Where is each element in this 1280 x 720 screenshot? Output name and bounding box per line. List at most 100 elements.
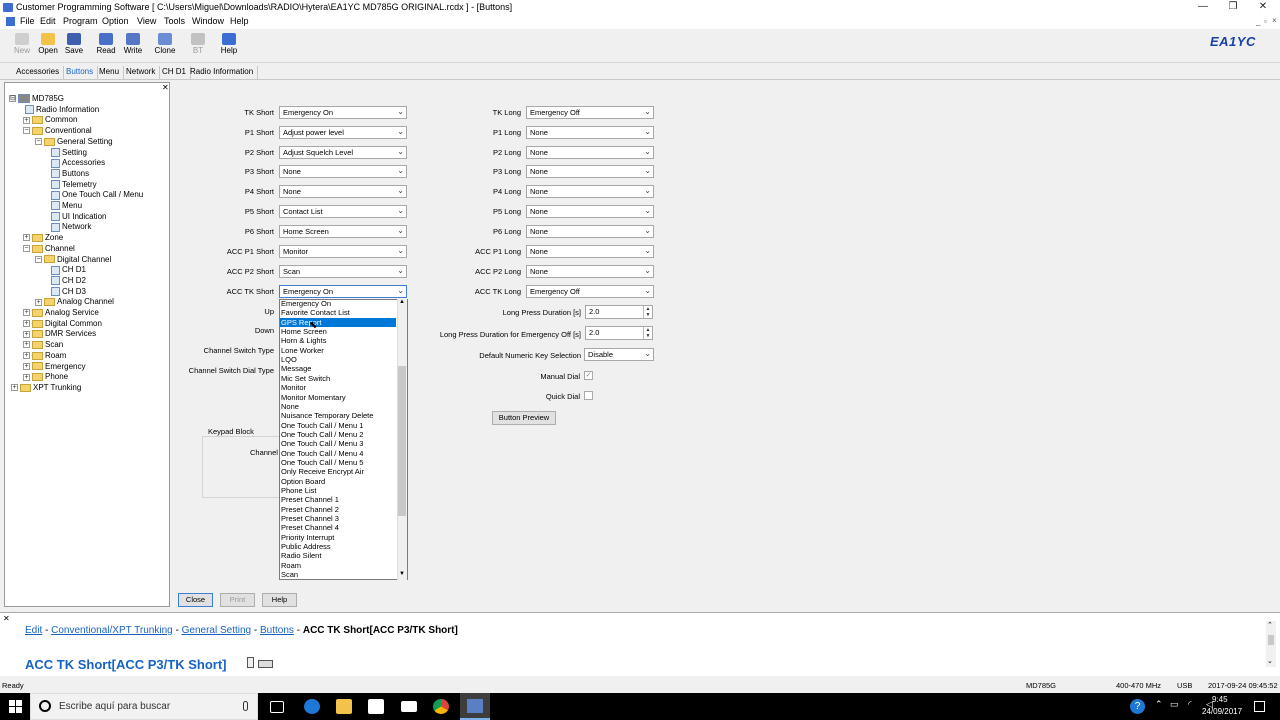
expand-toggle-icon[interactable]: + — [23, 116, 30, 124]
close-button[interactable]: Close — [178, 593, 213, 607]
dropdown-option[interactable]: Roam — [280, 561, 396, 570]
expand-toggle-icon[interactable]: − — [35, 138, 42, 146]
dropdown-option[interactable]: None — [280, 402, 396, 411]
dropdown-option[interactable]: Mic Set Switch — [280, 374, 396, 383]
dropdown-option[interactable]: One Touch Call / Menu 5 — [280, 458, 396, 467]
tab-buttons[interactable]: Buttons — [62, 66, 99, 79]
dropdown-option[interactable]: Monitor — [280, 383, 396, 392]
dropdown-option[interactable]: GPS Report — [280, 317, 396, 328]
tree-item-ch-d2[interactable]: CH D2 — [49, 276, 86, 286]
p4-long-combo[interactable]: None ⌄ — [526, 185, 654, 198]
mdi-close-button[interactable]: × — [1272, 16, 1277, 25]
button-preview-button[interactable]: Button Preview — [492, 411, 556, 425]
dropdown-option[interactable]: Preset Channel 3 — [280, 514, 396, 523]
acc-tk-long-combo[interactable]: Emergency Off ⌄ — [526, 285, 654, 298]
menu-view[interactable]: View — [137, 16, 156, 26]
menu-window[interactable]: Window — [192, 16, 224, 26]
tree-item-dmr-services[interactable]: + DMR Services — [23, 329, 96, 338]
dropdown-option[interactable]: Home Screen — [280, 327, 396, 336]
spinner-arrows-icon[interactable]: ▲ ▼ — [643, 306, 652, 318]
tree-item-xpt-trunking[interactable]: + XPT Trunking — [11, 383, 81, 392]
toolbar-bt-button[interactable]: BT — [186, 33, 210, 55]
tree-item-conventional[interactable]: − Conventional — [23, 126, 92, 135]
numeric-key-selection-combo[interactable]: Disable ⌄ — [584, 348, 654, 361]
scroll-down-icon[interactable]: ▼ — [399, 571, 405, 577]
dropdown-option[interactable]: Monitor Momentary — [280, 393, 396, 402]
taskbar-search[interactable]: Escribe aquí para buscar — [30, 693, 258, 720]
close-window-button[interactable]: ✕ — [1248, 0, 1278, 15]
tree-item-ch-d3[interactable]: CH D3 — [49, 287, 86, 296]
print-button[interactable]: Print — [220, 593, 255, 607]
toolbar-save-button[interactable]: Save — [62, 33, 86, 55]
taskbar-date[interactable]: 24/09/2017 — [1202, 707, 1242, 716]
p3-long-combo[interactable]: None ⌄ — [526, 165, 654, 178]
scroll-thumb[interactable] — [1268, 635, 1274, 645]
taskbar-time[interactable]: 9:45 — [1212, 695, 1228, 704]
help-close-icon[interactable]: ✕ — [3, 614, 10, 623]
p1-long-combo[interactable]: None ⌄ — [526, 126, 654, 139]
crumb-conventional[interactable]: Conventional/XPT Trunking — [51, 625, 173, 636]
tree-item-ui-indication[interactable]: UI Indication — [49, 212, 106, 222]
task-view-icon[interactable] — [270, 701, 284, 713]
dropdown-option[interactable]: Preset Channel 1 — [280, 495, 396, 504]
scroll-down-icon[interactable]: ⌄ — [1267, 657, 1273, 665]
tree-item-buttons[interactable]: Buttons — [49, 169, 89, 179]
manual-dial-checkbox[interactable]: ✓ — [584, 371, 593, 380]
tray-chevron-icon[interactable]: ⌃ — [1155, 699, 1163, 710]
tree-item-zone[interactable]: + Zone — [23, 233, 63, 242]
expand-toggle-icon[interactable]: + — [23, 362, 30, 370]
network-icon[interactable]: ▭ — [1170, 699, 1179, 710]
menu-help[interactable]: Help — [230, 16, 249, 26]
notification-icon[interactable] — [1254, 701, 1265, 712]
tree-item-emergency[interactable]: + Emergency — [23, 362, 85, 371]
p2-long-combo[interactable]: None ⌄ — [526, 146, 654, 159]
tab-menu[interactable]: Menu — [95, 66, 125, 79]
acc-tk-short-combo[interactable]: Emergency On ⌄ — [279, 285, 407, 298]
tab-network[interactable]: Network — [122, 66, 161, 79]
chrome-icon[interactable] — [433, 699, 449, 714]
expand-toggle-icon[interactable]: − — [23, 127, 30, 135]
expand-toggle-icon[interactable]: + — [11, 384, 18, 392]
expand-toggle-icon[interactable]: + — [23, 320, 30, 328]
dropdown-option[interactable]: Scan — [280, 570, 396, 579]
dropdown-option[interactable]: Favorite Contact List — [280, 308, 396, 317]
minimize-button[interactable]: — — [1188, 0, 1218, 15]
toolbar-open-button[interactable]: Open — [36, 33, 60, 55]
menu-program[interactable]: Program — [63, 16, 98, 26]
p3-short-combo[interactable]: None ⌄ — [279, 165, 407, 178]
toolbar-help-button[interactable]: Help — [217, 33, 241, 55]
expand-toggle-icon[interactable]: ⊟ — [9, 95, 16, 103]
wifi-icon[interactable]: ◜ — [1188, 699, 1192, 710]
tree-close-icon[interactable]: ✕ — [162, 83, 169, 92]
dropdown-option[interactable]: One Touch Call / Menu 4 — [280, 449, 396, 458]
tree-item-scan[interactable]: + Scan — [23, 340, 63, 349]
help-question-icon[interactable]: ? — [1130, 699, 1145, 714]
p6-short-combo[interactable]: Home Screen ⌄ — [279, 225, 407, 238]
dropdown-option[interactable]: Option Board — [280, 477, 396, 486]
dropdown-scroll-thumb[interactable] — [398, 366, 406, 516]
tk-short-combo[interactable]: Emergency On ⌄ — [279, 106, 407, 119]
tree-item-one-touch-call-menu[interactable]: One Touch Call / Menu — [49, 190, 143, 200]
dropdown-option[interactable]: Nuisance Temporary Delete — [280, 411, 396, 420]
expand-toggle-icon[interactable]: + — [23, 330, 30, 338]
toolbar-clone-button[interactable]: Clone — [153, 33, 177, 55]
toolbar-read-button[interactable]: Read — [94, 33, 118, 55]
quick-dial-checkbox[interactable] — [584, 391, 593, 400]
dropdown-option[interactable]: Only Receive Encrypt Air — [280, 467, 396, 476]
microphone-icon[interactable] — [243, 701, 248, 711]
p6-long-combo[interactable]: None ⌄ — [526, 225, 654, 238]
tree-item-analog-channel[interactable]: + Analog Channel — [35, 297, 114, 306]
expand-toggle-icon[interactable]: − — [35, 255, 42, 263]
long-press-emergency-spinner[interactable]: 2.0 ▲ ▼ — [585, 326, 653, 340]
tree-item-channel[interactable]: − Channel — [23, 244, 75, 253]
restore-button[interactable]: ❐ — [1218, 0, 1248, 15]
dropdown-option[interactable]: One Touch Call / Menu 1 — [280, 421, 396, 430]
dropdown-option[interactable]: Emergency On — [280, 299, 396, 308]
mdi-restore-button[interactable]: ▫ — [1264, 17, 1267, 26]
p4-short-combo[interactable]: None ⌄ — [279, 185, 407, 198]
crumb-edit[interactable]: Edit — [25, 625, 42, 636]
acc-p1-long-combo[interactable]: None ⌄ — [526, 245, 654, 258]
tree-item-roam[interactable]: + Roam — [23, 351, 66, 360]
tree-item-telemetry[interactable]: Telemetry — [49, 180, 97, 189]
dropdown-option[interactable]: Public Address — [280, 542, 396, 551]
